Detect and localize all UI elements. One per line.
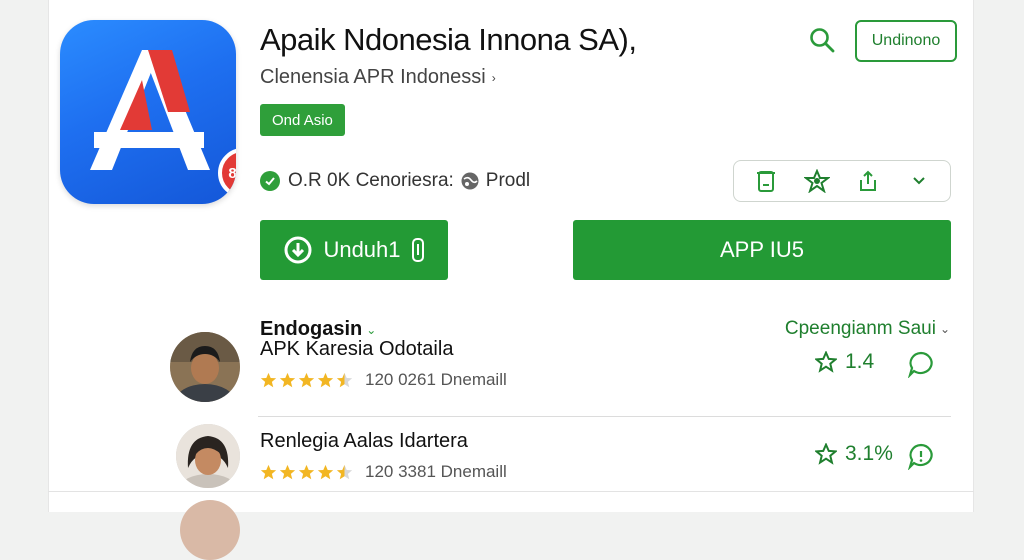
rating-value: 1.4 (815, 350, 874, 374)
trash-icon (756, 171, 775, 192)
developer-link[interactable]: Clenensia APR Indonessi › (260, 66, 496, 89)
chevron-right-icon: › (491, 70, 496, 85)
avatar (170, 332, 240, 402)
category-tag[interactable]: Ond Asio (260, 104, 345, 136)
globe-icon (460, 171, 480, 191)
phone-icon (411, 238, 424, 262)
sparkle-star-icon (803, 169, 830, 193)
review-name: Renlegia Aalas Idartera (260, 430, 468, 452)
comment-button[interactable] (905, 440, 937, 472)
app-icon: 8AY (60, 20, 236, 204)
star-half-icon (336, 372, 353, 387)
meta-extra: Prodl (485, 170, 531, 191)
avatar (176, 424, 240, 488)
star-rating: 120 0261 Dnemaill (260, 370, 507, 390)
review-count: 120 3381 Dnemaill (365, 462, 507, 481)
share-icon (859, 170, 876, 191)
rating-text: 1.4 (845, 350, 875, 373)
star-icon (260, 464, 277, 479)
star-icon (317, 372, 334, 387)
app-button[interactable]: APP IU5 (573, 220, 951, 280)
review-name: APK Karesia Odotaila (260, 338, 454, 360)
download-button[interactable]: Unduh1 (260, 220, 448, 280)
developer-name: Clenensia APR Indonessi (260, 66, 486, 88)
star-icon (298, 464, 315, 479)
star-rating: 120 3381 Dnemaill (260, 462, 507, 482)
star-icon (298, 372, 315, 387)
star-outline-icon (815, 351, 837, 373)
header-outline-button[interactable]: Undinono (855, 20, 957, 62)
star-icon (279, 372, 296, 387)
download-label: Unduh1 (323, 237, 401, 262)
divider (48, 491, 974, 492)
trash-button[interactable] (751, 166, 781, 196)
star-half-icon (336, 464, 353, 479)
verified-check-icon (260, 171, 280, 191)
app-title: Apaik Ndonesia Innona SA), (260, 22, 637, 57)
star-icon (317, 464, 334, 479)
review-item[interactable]: Renlegia Aalas Idartera 120 3381 Dnemail… (170, 424, 952, 500)
app-meta-row: O.R 0K Cenoriesra: Prodl (260, 168, 530, 194)
app-logo-icon (90, 50, 210, 170)
review-item[interactable]: APK Karesia Odotaila 120 0261 Dnemaill 1… (170, 332, 952, 408)
comment-button[interactable] (905, 348, 937, 380)
divider (258, 416, 951, 417)
star-outline-icon (815, 443, 837, 465)
favorite-button[interactable] (802, 166, 832, 196)
action-toolbar (733, 160, 951, 202)
star-icon (260, 372, 277, 387)
download-icon (284, 236, 312, 264)
meta-text: O.R 0K Cenoriesra: (288, 170, 454, 191)
search-icon (810, 28, 835, 53)
info-bubble-icon (907, 443, 933, 470)
review-count: 120 0261 Dnemaill (365, 370, 507, 389)
more-options-button[interactable] (904, 166, 934, 196)
avatar (180, 500, 240, 560)
search-button[interactable] (806, 24, 838, 56)
share-button[interactable] (853, 166, 883, 196)
rating-value: 3.1% (815, 442, 893, 466)
star-icon (279, 464, 296, 479)
chevron-down-icon (912, 177, 925, 185)
chat-bubble-icon (907, 351, 933, 378)
rating-text: 3.1% (845, 442, 893, 465)
